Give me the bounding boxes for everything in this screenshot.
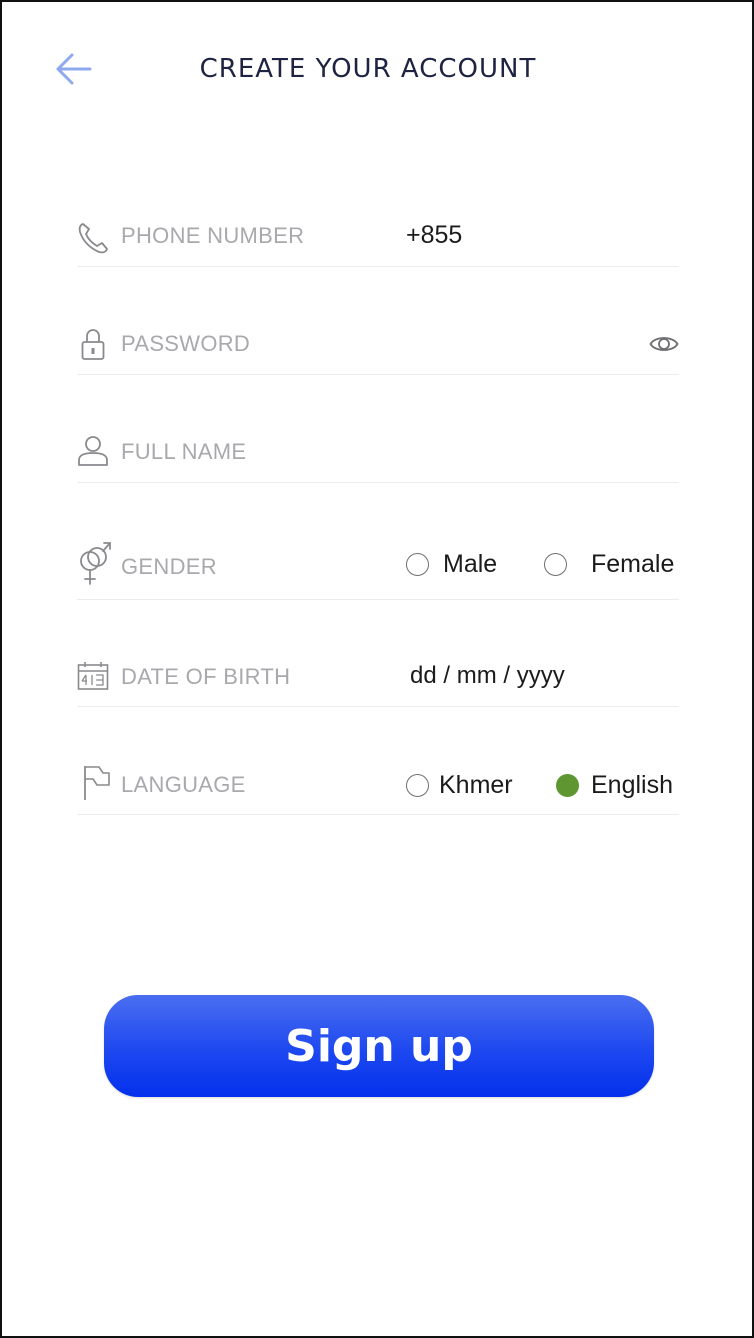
dob-label: DATE OF BIRTH: [121, 664, 291, 689]
phone-row: PHONE NUMBER +855: [77, 207, 679, 267]
phone-icon: [77, 221, 109, 260]
app-screen: CREATE YOUR ACCOUNT PHONE NUMBER +855 PA…: [0, 0, 754, 1338]
language-option-english[interactable]: English: [556, 771, 673, 800]
gender-row: GENDER Male Female: [77, 531, 679, 600]
password-label: PASSWORD: [121, 331, 251, 356]
english-radio[interactable]: [556, 774, 579, 797]
gender-label: GENDER: [121, 554, 217, 579]
english-label: English: [591, 771, 673, 799]
calendar-icon: [77, 661, 109, 696]
phone-label: PHONE NUMBER: [121, 223, 305, 248]
language-label: LANGUAGE: [121, 772, 246, 797]
gender-option-male[interactable]: Male: [406, 550, 497, 579]
lock-icon: [81, 327, 105, 366]
gender-icon: [77, 540, 113, 593]
gender-option-female[interactable]: Female: [544, 550, 674, 579]
language-option-khmer[interactable]: Khmer: [406, 771, 513, 800]
flag-icon: [83, 765, 111, 806]
dob-field[interactable]: dd / mm / yyyy: [410, 662, 565, 690]
password-row: PASSWORD: [77, 315, 679, 375]
dob-row: DATE OF BIRTH dd / mm / yyyy: [77, 648, 679, 707]
male-label: Male: [443, 550, 498, 578]
language-row: LANGUAGE Khmer English: [77, 756, 679, 815]
full-name-label: FULL NAME: [121, 439, 247, 464]
female-label: Female: [591, 550, 675, 578]
page-title: CREATE YOUR ACCOUNT: [199, 54, 537, 84]
khmer-label: Khmer: [439, 771, 513, 799]
eye-icon[interactable]: [649, 332, 679, 361]
male-radio[interactable]: [406, 553, 429, 576]
sign-up-button[interactable]: Sign up: [104, 995, 654, 1097]
female-radio[interactable]: [544, 553, 567, 576]
full-name-row: FULL NAME: [77, 423, 679, 483]
user-icon: [77, 435, 109, 472]
khmer-radio[interactable]: [406, 774, 429, 797]
phone-field[interactable]: +855: [406, 221, 462, 250]
